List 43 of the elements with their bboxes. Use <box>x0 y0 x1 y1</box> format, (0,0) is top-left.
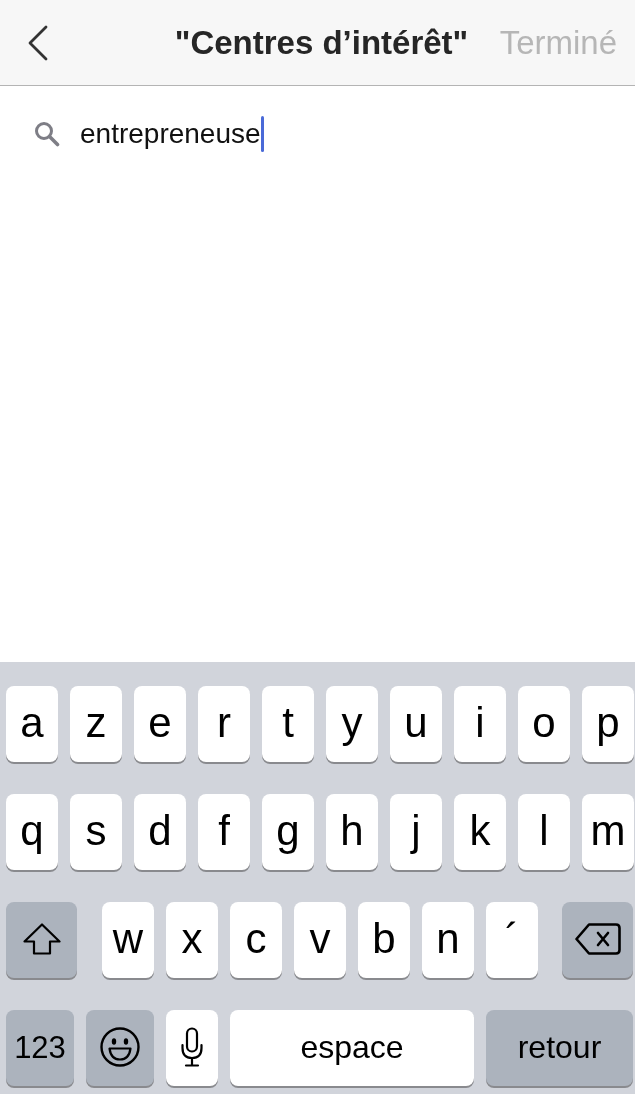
microphone-key[interactable] <box>166 1010 218 1086</box>
back-chevron-icon <box>28 24 48 61</box>
letter-key[interactable]: h <box>326 794 378 870</box>
letter-key[interactable]: j <box>390 794 442 870</box>
letter-key[interactable]: e <box>134 686 186 762</box>
letter-key[interactable]: x <box>166 902 218 978</box>
shift-key[interactable] <box>6 902 77 978</box>
letter-key[interactable]: p <box>582 686 634 762</box>
letter-key[interactable]: f <box>198 794 250 870</box>
letter-key[interactable]: i <box>454 686 506 762</box>
letter-key[interactable]: a <box>6 686 58 762</box>
letter-key[interactable]: q <box>6 794 58 870</box>
letter-key[interactable]: l <box>518 794 570 870</box>
letter-key[interactable]: c <box>230 902 282 978</box>
numbers-key[interactable]: 123 <box>6 1010 74 1086</box>
smiley-icon <box>100 1027 140 1067</box>
letter-key[interactable]: d <box>134 794 186 870</box>
letter-key[interactable]: k <box>454 794 506 870</box>
search-field[interactable]: entrepreneuse <box>80 114 615 154</box>
letter-key[interactable]: b <box>358 902 410 978</box>
letter-key[interactable]: z <box>70 686 122 762</box>
letter-key[interactable]: r <box>198 686 250 762</box>
letter-key[interactable]: g <box>262 794 314 870</box>
letter-key[interactable]: n <box>422 902 474 978</box>
accent-key[interactable]: ´ <box>486 902 538 978</box>
letter-key[interactable]: w <box>102 902 154 978</box>
microphone-icon <box>180 1027 204 1067</box>
letter-key[interactable]: o <box>518 686 570 762</box>
letter-key[interactable]: s <box>70 794 122 870</box>
letter-key[interactable]: v <box>294 902 346 978</box>
screen-title: "Centres d’intérêt" <box>174 23 469 62</box>
letter-key[interactable]: t <box>262 686 314 762</box>
backspace-icon <box>574 923 621 955</box>
letter-key[interactable]: m <box>582 794 634 870</box>
letter-key[interactable]: y <box>326 686 378 762</box>
return-key[interactable]: retour <box>486 1010 633 1086</box>
search-icon <box>34 121 60 147</box>
back-button[interactable] <box>26 23 50 62</box>
shift-icon <box>22 923 61 955</box>
emoji-key[interactable] <box>86 1010 154 1086</box>
delete-key[interactable] <box>562 902 633 978</box>
space-key[interactable]: espace <box>230 1010 474 1086</box>
letter-key[interactable]: u <box>390 686 442 762</box>
